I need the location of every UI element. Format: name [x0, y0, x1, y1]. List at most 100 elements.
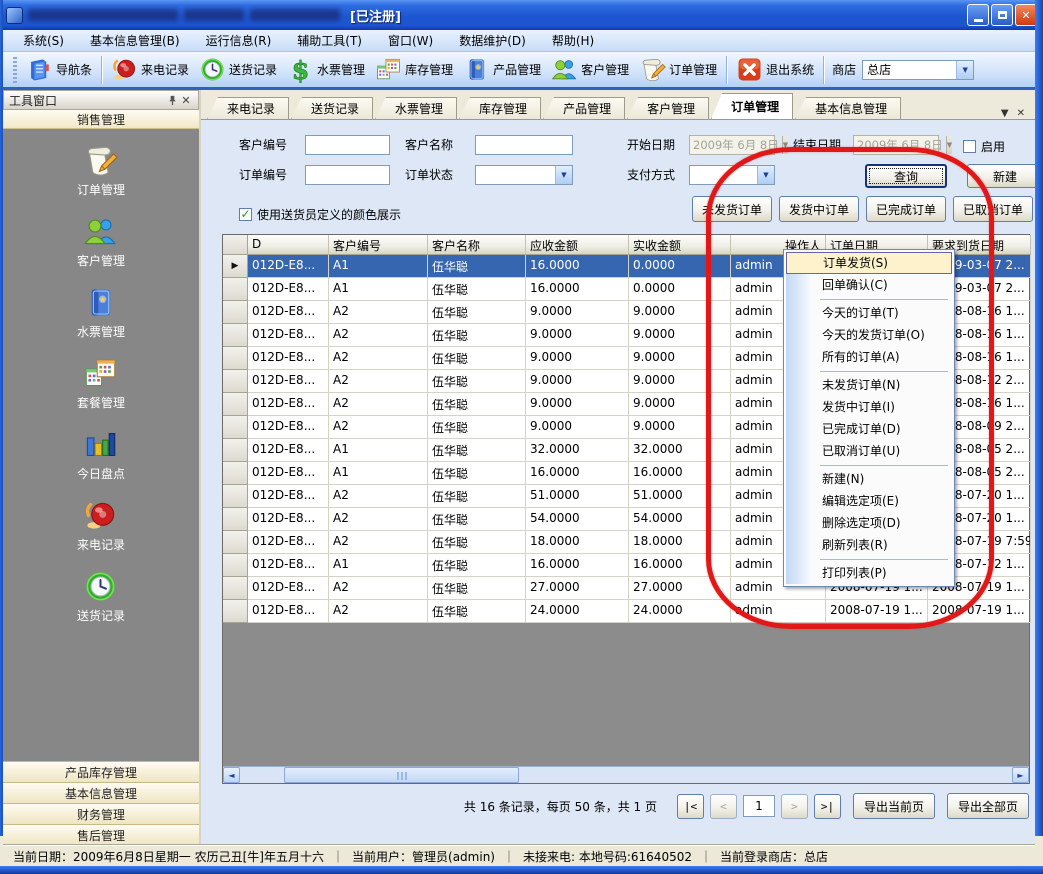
- maximize-button[interactable]: [991, 4, 1013, 26]
- cell-required-date[interactable]: 2008-07-19 1...: [928, 600, 1031, 623]
- context-menu-item[interactable]: 刷新列表(R): [786, 534, 952, 556]
- cell-customer-no[interactable]: A2: [329, 416, 428, 439]
- cell-customer-name[interactable]: 伍华聪: [428, 393, 526, 416]
- cell-id[interactable]: 012D-E8...: [248, 324, 329, 347]
- menu-item[interactable]: 辅助工具(T): [285, 30, 374, 51]
- cell-customer-no[interactable]: A2: [329, 393, 428, 416]
- cell-customer-name[interactable]: 伍华聪: [428, 485, 526, 508]
- cell-customer-name[interactable]: 伍华聪: [428, 324, 526, 347]
- row-selector-cell[interactable]: [223, 531, 248, 554]
- order-status-filter-button[interactable]: 已取消订单: [953, 196, 1033, 222]
- context-menu-item[interactable]: 新建(N): [786, 468, 952, 490]
- sidebar-item[interactable]: 订单管理: [77, 143, 125, 198]
- checkbox-icon[interactable]: [963, 140, 976, 153]
- row-selector-cell[interactable]: [223, 485, 248, 508]
- tab[interactable]: 基本信息管理: [795, 97, 901, 119]
- tab-list-dropdown-icon[interactable]: ▼: [1001, 108, 1009, 119]
- cell-receivable[interactable]: 9.0000: [526, 370, 629, 393]
- tab[interactable]: 库存管理: [459, 97, 541, 119]
- context-menu-item[interactable]: 所有的订单(A): [786, 346, 952, 368]
- context-menu-item[interactable]: 删除选定项(D): [786, 512, 952, 534]
- store-combobox[interactable]: 总店 ▼: [862, 60, 974, 80]
- cell-received[interactable]: 54.0000: [629, 508, 731, 531]
- cell-receivable[interactable]: 16.0000: [526, 554, 629, 577]
- export-current-page-button[interactable]: 导出当前页: [853, 793, 935, 819]
- cell-id[interactable]: 012D-E8...: [248, 255, 329, 278]
- export-all-pages-button[interactable]: 导出全部页: [947, 793, 1029, 819]
- grid-column-header[interactable]: 应收金额: [526, 235, 629, 255]
- cell-id[interactable]: 012D-E8...: [248, 347, 329, 370]
- chevron-down-icon[interactable]: ▼: [555, 166, 572, 184]
- cell-id[interactable]: 012D-E8...: [248, 531, 329, 554]
- row-selector-cell[interactable]: [223, 347, 248, 370]
- customer-name-input[interactable]: [475, 135, 573, 155]
- minimize-button[interactable]: [967, 4, 989, 26]
- cell-customer-name[interactable]: 伍华聪: [428, 370, 526, 393]
- cell-received[interactable]: 9.0000: [629, 347, 731, 370]
- toolbar-button[interactable]: 客户管理: [546, 54, 634, 85]
- table-row[interactable]: 012D-E8... A2 伍华聪 24.0000 24.0000 admin …: [223, 600, 1029, 623]
- order-status-filter-button[interactable]: 发货中订单: [779, 196, 859, 222]
- menu-item[interactable]: 系统(S): [11, 30, 76, 51]
- context-menu-item[interactable]: 今天的发货订单(O): [786, 324, 952, 346]
- new-button[interactable]: 新建: [967, 164, 1043, 188]
- cell-id[interactable]: 012D-E8...: [248, 600, 329, 623]
- cell-customer-no[interactable]: A2: [329, 600, 428, 623]
- cell-receivable[interactable]: 9.0000: [526, 347, 629, 370]
- sidebar-section-header[interactable]: 基本信息管理: [3, 782, 199, 803]
- toolbar-button[interactable]: 导航条: [21, 54, 97, 85]
- sidebar-section-header[interactable]: 财务管理: [3, 803, 199, 824]
- cell-receivable[interactable]: 18.0000: [526, 531, 629, 554]
- cell-customer-no[interactable]: A2: [329, 301, 428, 324]
- last-page-button[interactable]: >|: [814, 794, 841, 819]
- row-selector-cell[interactable]: [223, 439, 248, 462]
- cell-id[interactable]: 012D-E8...: [248, 393, 329, 416]
- cell-customer-name[interactable]: 伍华聪: [428, 577, 526, 600]
- cell-receivable[interactable]: 16.0000: [526, 278, 629, 301]
- sidebar-item[interactable]: 套餐管理: [77, 356, 125, 411]
- cell-received[interactable]: 9.0000: [629, 324, 731, 347]
- cell-customer-no[interactable]: A2: [329, 324, 428, 347]
- row-selector-cell[interactable]: [223, 554, 248, 577]
- toolbar-button[interactable]: 退出系统: [731, 54, 819, 85]
- close-icon[interactable]: ✕: [179, 93, 193, 107]
- cell-customer-name[interactable]: 伍华聪: [428, 301, 526, 324]
- menu-item[interactable]: 运行信息(R): [194, 30, 284, 51]
- menu-item[interactable]: 基本信息管理(B): [78, 30, 192, 51]
- context-menu-item[interactable]: 发货中订单(I): [786, 396, 952, 418]
- cell-operator[interactable]: admin: [731, 600, 826, 623]
- grid-column-header[interactable]: D: [248, 235, 329, 255]
- row-selector-cell[interactable]: [223, 508, 248, 531]
- cell-customer-no[interactable]: A2: [329, 531, 428, 554]
- grid-column-header[interactable]: 客户编号: [329, 235, 428, 255]
- sidebar-section-header[interactable]: 售后管理: [3, 824, 199, 845]
- row-selector-cell[interactable]: [223, 301, 248, 324]
- cell-id[interactable]: 012D-E8...: [248, 439, 329, 462]
- tab-close-icon[interactable]: ✕: [1017, 108, 1025, 119]
- cell-order-date[interactable]: 2008-07-19 1...: [826, 600, 928, 623]
- cell-received[interactable]: 24.0000: [629, 600, 731, 623]
- cell-receivable[interactable]: 16.0000: [526, 255, 629, 278]
- row-selector-cell[interactable]: [223, 278, 248, 301]
- row-selector-cell[interactable]: [223, 393, 248, 416]
- close-button[interactable]: ✕: [1015, 4, 1037, 26]
- cell-received[interactable]: 0.0000: [629, 255, 731, 278]
- row-selector-cell[interactable]: [223, 577, 248, 600]
- cell-customer-no[interactable]: A1: [329, 462, 428, 485]
- context-menu-item[interactable]: 回单确认(C): [786, 274, 952, 296]
- toolbar-button[interactable]: 订单管理: [634, 54, 722, 85]
- cell-customer-name[interactable]: 伍华聪: [428, 255, 526, 278]
- row-selector-cell[interactable]: [223, 370, 248, 393]
- cell-received[interactable]: 9.0000: [629, 393, 731, 416]
- cell-received[interactable]: 51.0000: [629, 485, 731, 508]
- cell-receivable[interactable]: 16.0000: [526, 462, 629, 485]
- context-menu-item[interactable]: 已完成订单(D): [786, 418, 952, 440]
- sidebar-item[interactable]: 客户管理: [77, 214, 125, 269]
- cell-customer-no[interactable]: A2: [329, 577, 428, 600]
- enable-date-checkbox[interactable]: 启用: [963, 138, 1005, 155]
- cell-customer-name[interactable]: 伍华聪: [428, 531, 526, 554]
- cell-customer-no[interactable]: A2: [329, 485, 428, 508]
- cell-customer-name[interactable]: 伍华聪: [428, 347, 526, 370]
- cell-id[interactable]: 012D-E8...: [248, 301, 329, 324]
- cell-customer-no[interactable]: A2: [329, 508, 428, 531]
